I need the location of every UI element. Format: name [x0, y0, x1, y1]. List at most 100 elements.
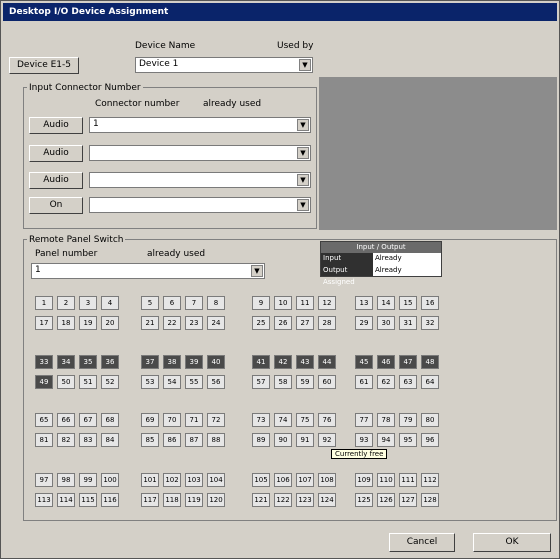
panel-switch-22[interactable]: 22: [163, 316, 181, 330]
panel-switch-83[interactable]: 83: [79, 433, 97, 447]
panel-switch-105[interactable]: 105: [252, 473, 270, 487]
panel-switch-5[interactable]: 5: [141, 296, 159, 310]
panel-switch-17[interactable]: 17: [35, 316, 53, 330]
panel-switch-66[interactable]: 66: [57, 413, 75, 427]
panel-switch-111[interactable]: 111: [399, 473, 417, 487]
panel-switch-15[interactable]: 15: [399, 296, 417, 310]
panel-switch-12[interactable]: 12: [318, 296, 336, 310]
panel-switch-112[interactable]: 112: [421, 473, 439, 487]
panel-switch-11[interactable]: 11: [296, 296, 314, 310]
panel-switch-29[interactable]: 29: [355, 316, 373, 330]
panel-switch-10[interactable]: 10: [274, 296, 292, 310]
panel-switch-125[interactable]: 125: [355, 493, 373, 507]
panel-switch-71[interactable]: 71: [185, 413, 203, 427]
panel-switch-38[interactable]: 38: [163, 355, 181, 369]
panel-switch-76[interactable]: 76: [318, 413, 336, 427]
panel-switch-53[interactable]: 53: [141, 375, 159, 389]
panel-switch-42[interactable]: 42: [274, 355, 292, 369]
panel-switch-104[interactable]: 104: [207, 473, 225, 487]
panel-switch-128[interactable]: 128: [421, 493, 439, 507]
panel-switch-27[interactable]: 27: [296, 316, 314, 330]
panel-switch-69[interactable]: 69: [141, 413, 159, 427]
panel-switch-9[interactable]: 9: [252, 296, 270, 310]
panel-switch-78[interactable]: 78: [377, 413, 395, 427]
panel-switch-47[interactable]: 47: [399, 355, 417, 369]
panel-switch-36[interactable]: 36: [101, 355, 119, 369]
chevron-down-icon[interactable]: ▼: [299, 59, 311, 71]
connector-3-select[interactable]: ▼: [89, 172, 311, 188]
panel-switch-113[interactable]: 113: [35, 493, 53, 507]
panel-switch-80[interactable]: 80: [421, 413, 439, 427]
panel-switch-73[interactable]: 73: [252, 413, 270, 427]
panel-switch-56[interactable]: 56: [207, 375, 225, 389]
panel-switch-4[interactable]: 4: [101, 296, 119, 310]
panel-switch-60[interactable]: 60: [318, 375, 336, 389]
panel-switch-97[interactable]: 97: [35, 473, 53, 487]
panel-switch-31[interactable]: 31: [399, 316, 417, 330]
panel-switch-20[interactable]: 20: [101, 316, 119, 330]
panel-switch-93[interactable]: 93: [355, 433, 373, 447]
panel-switch-32[interactable]: 32: [421, 316, 439, 330]
panel-switch-21[interactable]: 21: [141, 316, 159, 330]
panel-switch-58[interactable]: 58: [274, 375, 292, 389]
chevron-down-icon[interactable]: ▼: [297, 174, 309, 186]
panel-switch-86[interactable]: 86: [163, 433, 181, 447]
panel-switch-13[interactable]: 13: [355, 296, 373, 310]
panel-switch-77[interactable]: 77: [355, 413, 373, 427]
panel-switch-70[interactable]: 70: [163, 413, 181, 427]
panel-switch-115[interactable]: 115: [79, 493, 97, 507]
panel-switch-122[interactable]: 122: [274, 493, 292, 507]
panel-switch-95[interactable]: 95: [399, 433, 417, 447]
panel-switch-67[interactable]: 67: [79, 413, 97, 427]
chevron-down-icon[interactable]: ▼: [297, 119, 309, 131]
panel-switch-19[interactable]: 19: [79, 316, 97, 330]
panel-switch-51[interactable]: 51: [79, 375, 97, 389]
panel-switch-68[interactable]: 68: [101, 413, 119, 427]
panel-switch-102[interactable]: 102: [163, 473, 181, 487]
device-button[interactable]: Device E1-5: [9, 57, 79, 74]
connector-2-select[interactable]: ▼: [89, 145, 311, 161]
panel-switch-123[interactable]: 123: [296, 493, 314, 507]
panel-switch-99[interactable]: 99: [79, 473, 97, 487]
panel-switch-82[interactable]: 82: [57, 433, 75, 447]
panel-switch-91[interactable]: 91: [296, 433, 314, 447]
panel-switch-121[interactable]: 121: [252, 493, 270, 507]
panel-switch-1[interactable]: 1: [35, 296, 53, 310]
panel-switch-24[interactable]: 24: [207, 316, 225, 330]
panel-switch-28[interactable]: 28: [318, 316, 336, 330]
panel-switch-62[interactable]: 62: [377, 375, 395, 389]
connector-4-button[interactable]: On: [29, 197, 83, 214]
panel-switch-100[interactable]: 100: [101, 473, 119, 487]
panel-switch-26[interactable]: 26: [274, 316, 292, 330]
panel-switch-110[interactable]: 110: [377, 473, 395, 487]
panel-switch-72[interactable]: 72: [207, 413, 225, 427]
panel-switch-39[interactable]: 39: [185, 355, 203, 369]
panel-switch-6[interactable]: 6: [163, 296, 181, 310]
panel-switch-117[interactable]: 117: [141, 493, 159, 507]
panel-switch-61[interactable]: 61: [355, 375, 373, 389]
routing-select[interactable]: 1 ▼: [31, 263, 265, 279]
panel-switch-87[interactable]: 87: [185, 433, 203, 447]
panel-switch-8[interactable]: 8: [207, 296, 225, 310]
panel-switch-92[interactable]: 92: [318, 433, 336, 447]
panel-switch-120[interactable]: 120: [207, 493, 225, 507]
panel-switch-118[interactable]: 118: [163, 493, 181, 507]
device-select[interactable]: Device 1 ▼: [135, 57, 313, 73]
panel-switch-88[interactable]: 88: [207, 433, 225, 447]
panel-switch-43[interactable]: 43: [296, 355, 314, 369]
panel-switch-55[interactable]: 55: [185, 375, 203, 389]
panel-switch-18[interactable]: 18: [57, 316, 75, 330]
panel-switch-49[interactable]: 49: [35, 375, 53, 389]
panel-switch-63[interactable]: 63: [399, 375, 417, 389]
panel-switch-48[interactable]: 48: [421, 355, 439, 369]
panel-switch-30[interactable]: 30: [377, 316, 395, 330]
panel-switch-124[interactable]: 124: [318, 493, 336, 507]
panel-switch-126[interactable]: 126: [377, 493, 395, 507]
panel-switch-52[interactable]: 52: [101, 375, 119, 389]
connector-1-button[interactable]: Audio: [29, 117, 83, 134]
panel-switch-54[interactable]: 54: [163, 375, 181, 389]
panel-switch-23[interactable]: 23: [185, 316, 203, 330]
panel-switch-46[interactable]: 46: [377, 355, 395, 369]
panel-switch-119[interactable]: 119: [185, 493, 203, 507]
panel-switch-74[interactable]: 74: [274, 413, 292, 427]
